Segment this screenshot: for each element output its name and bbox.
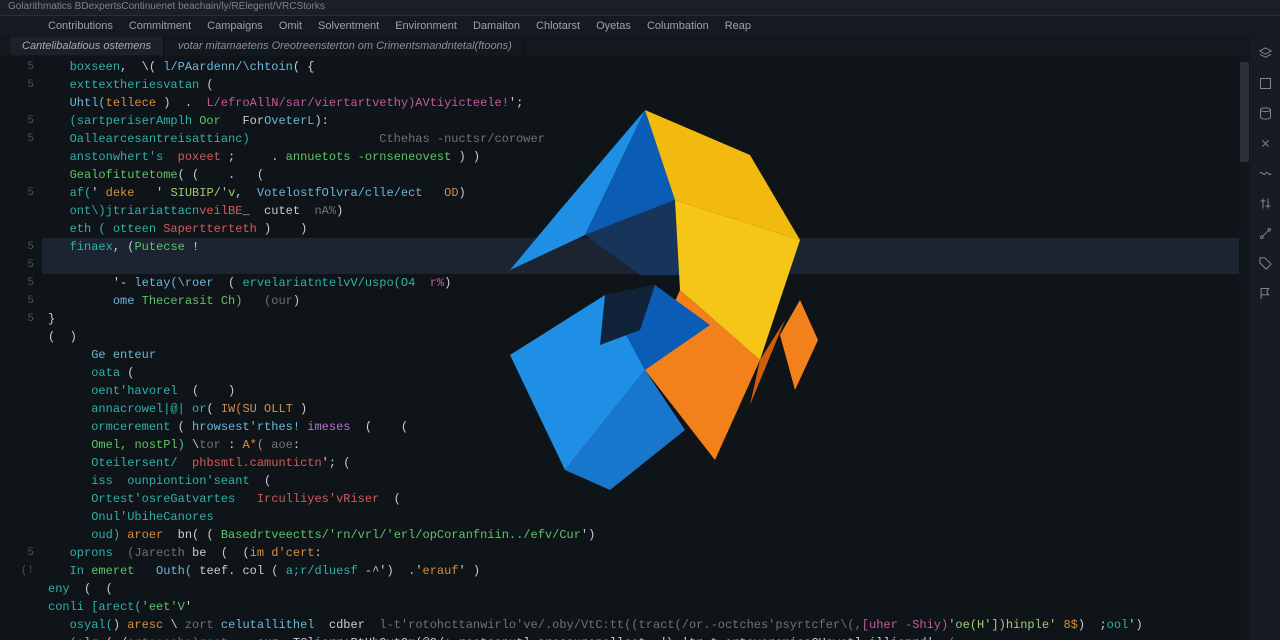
scrollbar-thumb[interactable] bbox=[1240, 62, 1249, 162]
line-number bbox=[0, 526, 34, 544]
code-line[interactable]: oprons (Jarecth be ( (im d'cert: bbox=[42, 544, 1250, 562]
line-number bbox=[0, 400, 34, 418]
code-line[interactable]: Onul'UbiheCanores bbox=[42, 508, 1250, 526]
code-line[interactable]: (sartperiserAmplh Oor ForOveterL): bbox=[42, 112, 1250, 130]
line-number: 5 bbox=[0, 58, 34, 76]
line-number bbox=[0, 490, 34, 508]
line-number: 5 bbox=[0, 238, 34, 256]
wave-icon[interactable] bbox=[1256, 164, 1274, 182]
line-number bbox=[0, 508, 34, 526]
menu-item[interactable]: Reap bbox=[725, 20, 751, 32]
flag-icon[interactable] bbox=[1256, 284, 1274, 302]
code-line[interactable]: ome Thecerasit Ch) (our) bbox=[42, 292, 1250, 310]
code-line[interactable]: oata ( bbox=[42, 364, 1250, 382]
graph-icon[interactable] bbox=[1256, 224, 1274, 242]
line-number: 5 bbox=[0, 256, 34, 274]
menu-item[interactable]: Omit bbox=[279, 20, 302, 32]
line-number bbox=[0, 436, 34, 454]
tab-active[interactable]: Cantelibalatious ostemens bbox=[10, 37, 164, 55]
line-number: (! bbox=[0, 562, 34, 580]
line-number: 5 bbox=[0, 112, 34, 130]
line-number bbox=[0, 346, 34, 364]
code-line[interactable]: anstonwhert's poxeet ; . annuetots -orns… bbox=[42, 148, 1250, 166]
menu-item[interactable]: Columbation bbox=[647, 20, 709, 32]
menu-item[interactable]: Environment bbox=[395, 20, 457, 32]
code-line[interactable]: eny ( ( bbox=[42, 580, 1250, 598]
menu-item[interactable]: Chlotarst bbox=[536, 20, 580, 32]
code-line[interactable]: iss ounpiontion'seant ( bbox=[42, 472, 1250, 490]
code-line[interactable]: Ge enteur bbox=[42, 346, 1250, 364]
tool-rail bbox=[1250, 38, 1280, 640]
menu-item[interactable]: Oyetas bbox=[596, 20, 631, 32]
line-number: 5 bbox=[0, 274, 34, 292]
menu-item[interactable]: Contributions bbox=[48, 20, 113, 32]
code-line[interactable]: af(' deke ' SIUBIP/'v, VotelostfOlvra/cl… bbox=[42, 184, 1250, 202]
line-number: 5 bbox=[0, 544, 34, 562]
line-number bbox=[0, 634, 34, 640]
arrows-icon[interactable] bbox=[1256, 134, 1274, 152]
code-line[interactable]: eth ( otteen Sapertterteth ) ) bbox=[42, 220, 1250, 238]
code-line[interactable]: In emeret Outh( teef. col ( a;r/dluesf -… bbox=[42, 562, 1250, 580]
line-number bbox=[0, 148, 34, 166]
layers-icon[interactable] bbox=[1256, 44, 1274, 62]
menu-item[interactable]: Commitment bbox=[129, 20, 191, 32]
code-line[interactable]: '- letay(\roer ( ervelariatntelvV/uspo(O… bbox=[42, 274, 1250, 292]
window-title: Golarithmatics BDexpertsContinuenet beac… bbox=[8, 1, 325, 12]
line-number: 5 bbox=[0, 130, 34, 148]
tab-bar: Cantelibalatious ostemens votar mitamaet… bbox=[0, 36, 1280, 56]
tab-secondary[interactable]: votar mitamaetens Oreotreensterton om Cr… bbox=[166, 37, 525, 55]
code-line[interactable]: ont\)jtriariattacnveilBE_ cutet nA%) bbox=[42, 202, 1250, 220]
line-number: 5 bbox=[0, 76, 34, 94]
line-number bbox=[0, 94, 34, 112]
line-number: 5 bbox=[0, 184, 34, 202]
line-number bbox=[0, 454, 34, 472]
diff-icon[interactable] bbox=[1256, 194, 1274, 212]
box-icon[interactable] bbox=[1256, 74, 1274, 92]
menu-item[interactable]: Damaiton bbox=[473, 20, 520, 32]
code-line[interactable]: Oallearcesantreisattianc) Cthehas -nucts… bbox=[42, 130, 1250, 148]
line-number-gutter: 55555555555(!555 bbox=[0, 56, 42, 640]
database-icon[interactable] bbox=[1256, 104, 1274, 122]
code-line[interactable]: } bbox=[42, 310, 1250, 328]
code-line[interactable]: (:lq ( /arteesahe)rast. . our TClierr+Pt… bbox=[42, 634, 1250, 640]
code-line[interactable]: finaex, (Putecse ! bbox=[42, 238, 1250, 256]
code-line[interactable]: exttextheriesvatan ( bbox=[42, 76, 1250, 94]
code-line[interactable]: boxseen, \( l/PAardenn/\chtoin( { bbox=[42, 58, 1250, 76]
code-line[interactable]: Ortest'osreGatvartes Irculliyes'vRiser ( bbox=[42, 490, 1250, 508]
line-number: 5 bbox=[0, 292, 34, 310]
line-number bbox=[0, 418, 34, 436]
code-line[interactable]: Oteilersent/ phbsmtl.camuntictn'; ( bbox=[42, 454, 1250, 472]
code-line[interactable]: oent'havorel ( ) bbox=[42, 382, 1250, 400]
line-number bbox=[0, 472, 34, 490]
code-line[interactable]: Uhtl(tellece ) . L/efroAllN/sar/viertart… bbox=[42, 94, 1250, 112]
code-line[interactable]: conli [arect('eet'V' bbox=[42, 598, 1250, 616]
window-title-bar: Golarithmatics BDexpertsContinuenet beac… bbox=[0, 0, 1280, 16]
line-number bbox=[0, 382, 34, 400]
code-line[interactable]: osyal() aresc \ zort celutallithel cdber… bbox=[42, 616, 1250, 634]
vertical-scrollbar[interactable] bbox=[1239, 56, 1250, 640]
menu-item[interactable]: Campaigns bbox=[207, 20, 263, 32]
line-number bbox=[0, 166, 34, 184]
line-number bbox=[0, 328, 34, 346]
code-line[interactable]: Omel, nostPl) \tor : A*( aoe: bbox=[42, 436, 1250, 454]
line-number bbox=[0, 616, 34, 634]
line-number: 5 bbox=[0, 310, 34, 328]
code-line[interactable]: ormcerement ( hrowsest'rthes! imeses ( ( bbox=[42, 418, 1250, 436]
code-line[interactable]: Gealofitutetome( ( . ( bbox=[42, 166, 1250, 184]
code-line[interactable]: ( ) bbox=[42, 328, 1250, 346]
line-number bbox=[0, 580, 34, 598]
code-line[interactable]: annacrowel|@| or( IW(SU OLLT ) bbox=[42, 400, 1250, 418]
menu-bar: Contributions Commitment Campaigns Omit Solv… bbox=[0, 16, 1280, 36]
tag-icon[interactable] bbox=[1256, 254, 1274, 272]
editor: 55555555555(!555 boxseen, \( l/PAardenn/… bbox=[0, 56, 1250, 640]
line-number bbox=[0, 364, 34, 382]
line-number bbox=[0, 202, 34, 220]
line-number bbox=[0, 220, 34, 238]
code-area[interactable]: boxseen, \( l/PAardenn/\chtoin( { exttex… bbox=[42, 56, 1250, 640]
line-number bbox=[0, 598, 34, 616]
code-line[interactable]: oud) aroer bn( ( Basedrtveectts/'rn/vrl/… bbox=[42, 526, 1250, 544]
menu-item[interactable]: Solventment bbox=[318, 20, 379, 32]
code-line[interactable] bbox=[42, 256, 1250, 274]
